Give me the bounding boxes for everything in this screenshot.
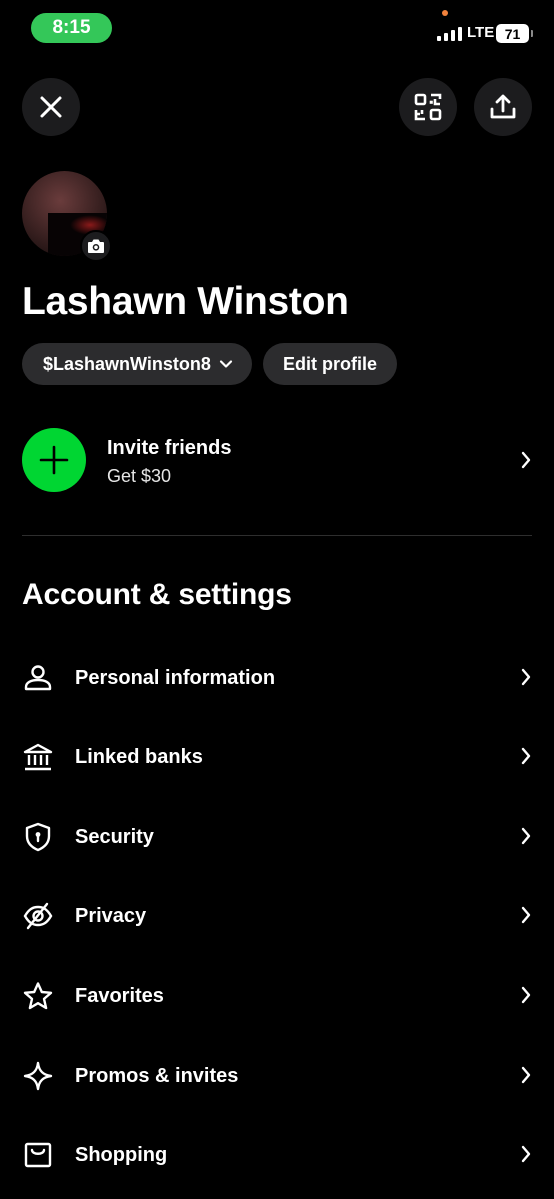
menu-item-favorites[interactable]: Favorites — [22, 974, 532, 1018]
camera-icon — [88, 239, 104, 253]
invite-friends-row[interactable]: Invite friends Get $30 — [22, 428, 532, 492]
battery-icon: 71 — [496, 24, 533, 43]
person-icon — [22, 662, 54, 694]
sparkle-icon — [22, 1060, 54, 1092]
chevron-right-icon — [520, 905, 532, 925]
status-bar: 8:15 LTE 71 — [0, 0, 554, 56]
menu-item-promos-invites[interactable]: Promos & invites — [22, 1054, 532, 1098]
chevron-down-icon — [219, 359, 233, 369]
shopping-bag-icon — [22, 1139, 54, 1171]
menu-item-personal-information[interactable]: Personal information — [22, 656, 532, 700]
menu-item-privacy[interactable]: Privacy — [22, 894, 532, 938]
menu-item-shopping[interactable]: Shopping — [22, 1133, 532, 1177]
close-icon — [40, 96, 62, 118]
change-photo-button[interactable] — [80, 230, 112, 262]
close-button[interactable] — [22, 78, 80, 136]
chevron-right-icon — [520, 826, 532, 846]
plus-icon — [22, 428, 86, 492]
section-title: Account & settings — [22, 578, 292, 611]
signal-strength-icon — [437, 26, 462, 41]
menu-item-label: Privacy — [75, 904, 147, 927]
menu-item-security[interactable]: Security — [22, 815, 532, 859]
menu-item-label: Security — [75, 825, 154, 848]
profile-name: Lashawn Winston — [22, 280, 349, 323]
menu-item-label: Personal information — [75, 666, 276, 689]
qr-scan-button[interactable] — [399, 78, 457, 136]
chevron-right-icon — [520, 746, 532, 766]
invite-title: Invite friends — [107, 437, 232, 459]
divider — [22, 535, 532, 536]
menu-item-linked-banks[interactable]: Linked banks — [22, 735, 532, 779]
chevron-right-icon — [520, 1065, 532, 1085]
cashtag-label: $LashawnWinston8 — [43, 353, 211, 374]
privacy-indicator-dot — [442, 10, 448, 16]
chevron-right-icon — [520, 450, 532, 470]
chevron-right-icon — [520, 1144, 532, 1164]
menu-item-label: Promos & invites — [75, 1064, 239, 1087]
chevron-right-icon — [520, 667, 532, 687]
eye-slash-icon — [22, 900, 54, 932]
shield-icon — [22, 821, 54, 853]
menu-item-label: Favorites — [75, 984, 164, 1007]
status-time: 8:15 — [31, 13, 112, 43]
menu-item-label: Shopping — [75, 1143, 168, 1166]
bank-icon — [22, 741, 54, 773]
cashtag-dropdown[interactable]: $LashawnWinston8 — [22, 343, 252, 385]
chevron-right-icon — [520, 985, 532, 1005]
share-icon — [490, 94, 516, 119]
qr-code-icon — [414, 93, 442, 121]
network-type: LTE — [467, 24, 495, 41]
star-icon — [22, 980, 54, 1012]
invite-subtitle: Get $30 — [107, 466, 172, 486]
battery-level: 71 — [504, 25, 521, 42]
share-button[interactable] — [474, 78, 532, 136]
menu-item-label: Linked banks — [75, 745, 203, 768]
edit-profile-button[interactable]: Edit profile — [263, 343, 397, 385]
